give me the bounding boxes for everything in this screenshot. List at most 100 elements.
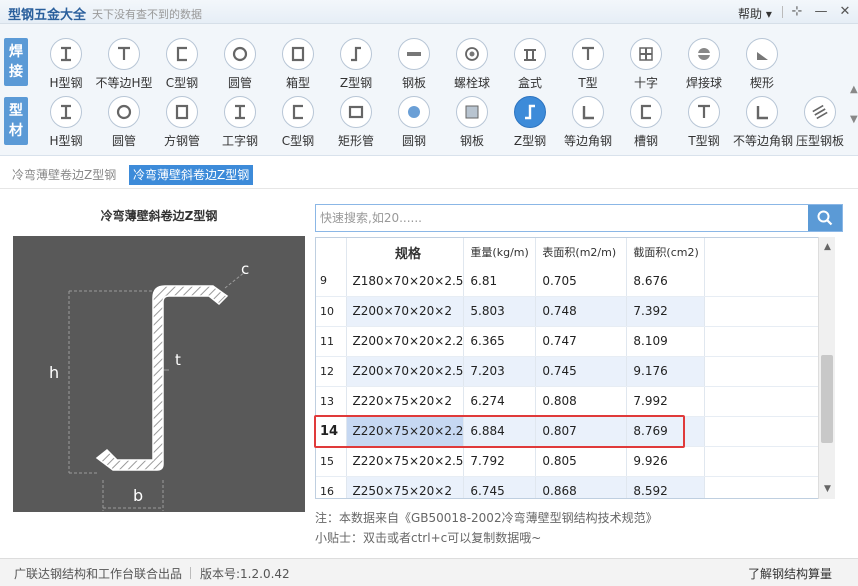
row-index[interactable]: 15 — [316, 446, 347, 477]
tool-row2-steel-plate[interactable]: 钢板 — [443, 96, 501, 152]
tool-label: C型钢 — [165, 76, 199, 90]
scroll-up-icon[interactable]: ▲ — [819, 239, 836, 255]
tool-row2-z-section[interactable]: Z型钢 — [501, 96, 559, 152]
row-weight[interactable]: 6.365 — [463, 326, 537, 357]
col-header-spec[interactable]: 规格 — [346, 238, 465, 266]
row-area[interactable]: 7.392 — [626, 296, 706, 327]
tool-label: 不等边角钢 — [733, 134, 794, 148]
help-menu-button[interactable]: 帮助 ▾ — [738, 5, 772, 22]
tool-row1-wedge[interactable]: 楔形 — [733, 38, 791, 94]
row-spec[interactable]: Z220×75×20×2.5 — [346, 446, 465, 477]
row-surface[interactable]: 0.745 — [535, 356, 628, 387]
row-weight[interactable]: 7.203 — [463, 356, 537, 387]
tool-row2-round-pipe[interactable]: 圆管 — [95, 96, 153, 152]
tool-row2-h-beam[interactable]: H型钢 — [37, 96, 95, 152]
row-area[interactable]: 8.676 — [626, 266, 706, 297]
row-spec[interactable]: Z250×75×20×2 — [346, 476, 465, 498]
tool-row2-equal-angle[interactable]: 等边角钢 — [559, 96, 617, 152]
row-index[interactable]: 12 — [316, 356, 347, 387]
tool-row2-round-bar[interactable]: 圆钢 — [385, 96, 443, 152]
tool-label: 盒式 — [517, 76, 542, 90]
row-weight[interactable]: 6.884 — [463, 416, 537, 447]
row-area[interactable]: 9.926 — [626, 446, 706, 477]
table-row[interactable]: 10 Z200×70×20×2 5.803 0.748 7.392 — [316, 296, 826, 327]
tool-row1-box-type[interactable]: 盒式 — [501, 38, 559, 94]
row-area[interactable]: 8.109 — [626, 326, 706, 357]
bolt-ball-icon — [456, 38, 488, 70]
tool-row2-t-beam[interactable]: T型钢 — [675, 96, 733, 152]
row-area[interactable]: 9.176 — [626, 356, 706, 387]
row-surface[interactable]: 0.705 — [535, 266, 628, 297]
table-row[interactable]: 9 Z180×70×20×2.5 6.81 0.705 8.676 — [316, 266, 826, 297]
tool-row1-cross[interactable]: 十字 — [617, 38, 675, 94]
row-surface[interactable]: 0.868 — [535, 476, 628, 498]
col-header-surface[interactable]: 表面积(m2/m) — [535, 238, 628, 266]
tool-row2-channel[interactable]: 槽钢 — [617, 96, 675, 152]
row-weight[interactable]: 6.745 — [463, 476, 537, 498]
subtab-lipped-z[interactable]: 冷弯薄壁卷边Z型钢 — [8, 165, 120, 185]
row-index[interactable]: 10 — [316, 296, 347, 327]
tool-row2-square-tube[interactable]: 方钢管 — [153, 96, 211, 152]
minimize-icon[interactable]: — — [812, 3, 830, 21]
toolbar-scroll-down-icon[interactable]: ▼ — [850, 114, 858, 125]
row-weight[interactable]: 6.81 — [463, 266, 537, 297]
row-spec[interactable]: Z180×70×20×2.5 — [346, 266, 465, 297]
row-weight[interactable]: 7.792 — [463, 446, 537, 477]
tool-row1-bolt-ball[interactable]: 螺栓球 — [443, 38, 501, 94]
tool-row2-rect-tube[interactable]: 矩形管 — [327, 96, 385, 152]
table-row[interactable]: 16 Z250×75×20×2 6.745 0.868 8.592 — [316, 476, 826, 498]
tool-row1-h-beam[interactable]: H型钢 — [37, 38, 95, 94]
tool-label: 楔形 — [749, 76, 774, 90]
table-row[interactable]: 15 Z220×75×20×2.5 7.792 0.805 9.926 — [316, 446, 826, 477]
tool-row1-unequal-h[interactable]: 不等边H型 — [95, 38, 153, 94]
tool-row2-i-beam[interactable]: 工字钢 — [211, 96, 269, 152]
tool-row2-profiled-plate[interactable]: 压型钢板 — [791, 96, 849, 152]
table-scrollbar[interactable]: ▲ ▼ — [818, 237, 835, 499]
table-row[interactable]: 14 Z220×75×20×2.2 6.884 0.807 8.769 — [316, 416, 826, 447]
row-area[interactable]: 7.992 — [626, 386, 706, 417]
toolbar-scroll-up-icon[interactable]: ▲ — [850, 84, 858, 95]
row-index[interactable]: 11 — [316, 326, 347, 357]
tool-row1-c-channel[interactable]: C型钢 — [153, 38, 211, 94]
row-spec[interactable]: Z200×70×20×2.2 — [346, 326, 465, 357]
tool-row2-unequal-angle[interactable]: 不等边角钢 — [733, 96, 794, 152]
row-area[interactable]: 8.592 — [626, 476, 706, 498]
pin-icon[interactable]: ⊹ — [788, 3, 806, 21]
close-icon[interactable]: ✕ — [836, 3, 854, 21]
search-button[interactable] — [808, 205, 842, 231]
learn-more-link[interactable]: 了解钢结构算量 — [748, 565, 832, 582]
row-index[interactable]: 16 — [316, 476, 347, 498]
table-row[interactable]: 11 Z200×70×20×2.2 6.365 0.747 8.109 — [316, 326, 826, 357]
row-spec[interactable]: Z220×75×20×2 — [346, 386, 465, 417]
table-row[interactable]: 12 Z200×70×20×2.5 7.203 0.745 9.176 — [316, 356, 826, 387]
col-header-area[interactable]: 截面积(cm2) — [626, 238, 706, 266]
row-index[interactable]: 9 — [316, 266, 347, 297]
row-area[interactable]: 8.769 — [626, 416, 706, 447]
row-surface[interactable]: 0.805 — [535, 446, 628, 477]
scrollbar-thumb[interactable] — [821, 355, 833, 443]
row-surface[interactable]: 0.808 — [535, 386, 628, 417]
tool-row1-t-section[interactable]: T型 — [559, 38, 617, 94]
row-index[interactable]: 14 — [316, 416, 347, 447]
tool-row1-box[interactable]: 箱型 — [269, 38, 327, 94]
search-input[interactable] — [316, 205, 808, 231]
tool-label: T型 — [578, 76, 598, 90]
row-spec[interactable]: Z200×70×20×2 — [346, 296, 465, 327]
tool-row1-plate[interactable]: 钢板 — [385, 38, 443, 94]
tool-row2-c-channel[interactable]: C型钢 — [269, 96, 327, 152]
row-surface[interactable]: 0.748 — [535, 296, 628, 327]
tool-row1-round-pipe[interactable]: 圆管 — [211, 38, 269, 94]
col-header-weight[interactable]: 重量(kg/m) — [463, 238, 537, 266]
row-surface[interactable]: 0.747 — [535, 326, 628, 357]
row-spec[interactable]: Z220×75×20×2.2 — [346, 416, 465, 447]
row-index[interactable]: 13 — [316, 386, 347, 417]
row-weight[interactable]: 6.274 — [463, 386, 537, 417]
tool-row1-weld-ball[interactable]: 焊接球 — [675, 38, 733, 94]
tool-row1-z-section[interactable]: Z型钢 — [327, 38, 385, 94]
row-surface[interactable]: 0.807 — [535, 416, 628, 447]
row-spec[interactable]: Z200×70×20×2.5 — [346, 356, 465, 387]
scroll-down-icon[interactable]: ▼ — [819, 481, 836, 497]
table-row[interactable]: 13 Z220×75×20×2 6.274 0.808 7.992 — [316, 386, 826, 417]
row-weight[interactable]: 5.803 — [463, 296, 537, 327]
subtab-slant-lipped-z[interactable]: 冷弯薄壁斜卷边Z型钢 — [129, 165, 254, 185]
